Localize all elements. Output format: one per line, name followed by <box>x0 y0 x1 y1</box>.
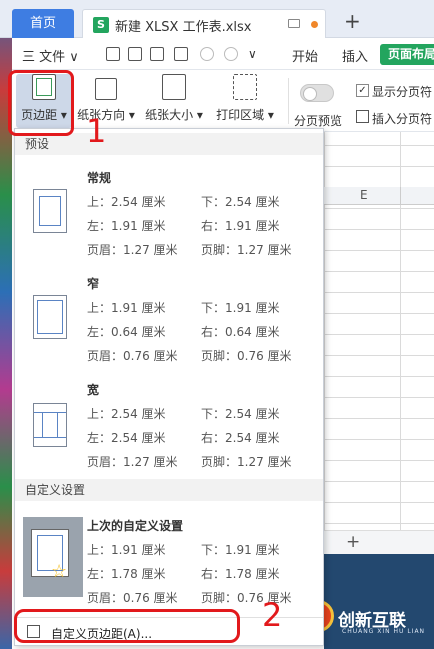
preset-right: 右：2.54 厘米 <box>201 431 280 445</box>
preset-right: 右：0.64 厘米 <box>201 325 280 339</box>
tab-file-label: 新建 XLSX 工作表.xlsx <box>115 20 252 35</box>
preset-right: 右：1.78 厘米 <box>201 567 280 581</box>
preset-left: 左：1.78 厘米 <box>87 567 166 581</box>
print-icon[interactable] <box>128 47 142 61</box>
show-page-breaks-label: 显示分页符 <box>372 85 433 99</box>
column-divider <box>400 187 401 205</box>
preset-left: 左：2.54 厘米 <box>87 431 166 445</box>
column-e[interactable]: E <box>360 188 368 202</box>
monitor-icon[interactable] <box>288 19 300 28</box>
add-sheet-button[interactable]: + <box>346 532 360 552</box>
redo-icon[interactable] <box>224 47 238 61</box>
paper-size-button[interactable]: 纸张大小 ▾ <box>144 74 204 123</box>
insert-page-break-label[interactable]: 插入分页符 <box>372 110 432 127</box>
preset-top: 上：2.54 厘米 <box>87 407 166 421</box>
ribbon-divider <box>288 78 289 124</box>
print-preview-icon[interactable] <box>150 47 164 61</box>
menu-start[interactable]: 开始 <box>292 46 318 65</box>
print-area-label: 打印区域 ▾ <box>216 108 274 122</box>
save-icon[interactable] <box>106 47 120 61</box>
tab-bar: 首页 S 新建 XLSX 工作表.xlsx + <box>0 0 434 38</box>
page-break-preview-label: 分页预览 <box>294 114 343 128</box>
preset-left: 左：0.64 厘米 <box>87 325 166 339</box>
preset-header: 页眉：1.27 厘米 <box>87 455 178 469</box>
spreadsheet-icon: S <box>93 17 109 33</box>
preset-wide[interactable]: 宽 上：2.54 厘米 下：2.54 厘米 左：2.54 厘米 右：2.54 厘… <box>15 375 323 479</box>
preset-name: 宽 <box>87 383 100 397</box>
new-tab-button[interactable]: + <box>344 11 361 31</box>
preset-name: 上次的自定义设置 <box>87 519 184 533</box>
paper-size-label: 纸张大小 ▾ <box>145 108 203 122</box>
preset-normal[interactable]: 常规 上：2.54 厘米 下：2.54 厘米 左：1.91 厘米 右：1.91 … <box>15 159 323 263</box>
ribbon: 页边距 ▾ 纸张方向 ▾ 纸张大小 ▾ 打印区域 ▾ 分页预览 ✓ 显示分页符 … <box>12 70 434 132</box>
wide-margins-icon <box>33 403 67 447</box>
preset-footer: 页脚：1.27 厘米 <box>201 243 292 257</box>
preset-top: 上：1.91 厘米 <box>87 543 166 557</box>
preset-right: 右：1.91 厘米 <box>201 219 280 233</box>
star-icon: ☆ <box>51 561 68 582</box>
preset-header: 页眉：1.27 厘米 <box>87 243 178 257</box>
preset-footer: 页脚：1.27 厘米 <box>201 455 292 469</box>
preset-bottom: 下：1.91 厘米 <box>201 301 280 315</box>
preset-header: 页眉：0.76 厘米 <box>87 591 178 605</box>
preset-top: 上：2.54 厘米 <box>87 195 166 209</box>
column-header: E <box>324 187 434 205</box>
unsaved-dot-icon <box>311 21 318 28</box>
tab-file[interactable]: S 新建 XLSX 工作表.xlsx <box>82 9 326 38</box>
margins-dropdown: 预设 常规 上：2.54 厘米 下：2.54 厘米 左：1.91 厘米 右：1.… <box>14 128 324 646</box>
chevron-down-icon[interactable]: ∨ <box>248 47 262 61</box>
annotation-box-2 <box>14 609 240 643</box>
insert-page-break-icon[interactable] <box>356 110 369 123</box>
menu-page-layout[interactable]: 页面布局 <box>380 44 434 65</box>
show-page-breaks-checkbox[interactable]: ✓ <box>356 84 369 97</box>
preset-header: 页眉：0.76 厘米 <box>87 349 178 363</box>
annotation-number-1: 1 <box>86 112 107 150</box>
print-area-button[interactable]: 打印区域 ▾ <box>212 74 278 123</box>
narrow-margins-icon <box>33 295 67 339</box>
normal-margins-icon <box>33 189 67 233</box>
preset-left: 左：1.91 厘米 <box>87 219 166 233</box>
preset-bottom: 下：1.91 厘米 <box>201 543 280 557</box>
preset-bottom: 下：2.54 厘米 <box>201 407 280 421</box>
watermark-sub: CHUANG XIN HU LIAN <box>342 628 426 635</box>
preset-top: 上：1.91 厘米 <box>87 301 166 315</box>
print-area-icon <box>233 74 257 100</box>
preset-narrow[interactable]: 窄 上：1.91 厘米 下：1.91 厘米 左：0.64 厘米 右：0.64 厘… <box>15 269 323 373</box>
paper-size-icon <box>162 74 186 100</box>
annotation-box-1 <box>8 70 74 136</box>
menu-bar: 三 文件 ∨ ∨ 开始 插入 页面布局 <box>12 38 434 70</box>
sheet-tab-bar: + <box>324 530 434 554</box>
orientation-icon <box>95 78 117 100</box>
preset-bottom: 下：2.54 厘米 <box>201 195 280 209</box>
export-pdf-icon[interactable] <box>174 47 188 61</box>
page-break-preview-toggle[interactable] <box>300 84 334 102</box>
tab-home[interactable]: 首页 <box>12 9 74 38</box>
menu-insert[interactable]: 插入 <box>342 46 368 65</box>
preset-name: 窄 <box>87 277 100 291</box>
section-custom: 自定义设置 <box>15 479 323 501</box>
section-presets: 预设 <box>15 133 323 155</box>
custom-margins-thumbnail: ☆ <box>23 517 83 597</box>
undo-icon[interactable] <box>200 47 214 61</box>
preset-footer: 页脚：0.76 厘米 <box>201 349 292 363</box>
preset-name: 常规 <box>87 171 112 185</box>
file-menu[interactable]: 三 文件 ∨ <box>22 46 79 65</box>
annotation-number-2: 2 <box>262 596 283 634</box>
